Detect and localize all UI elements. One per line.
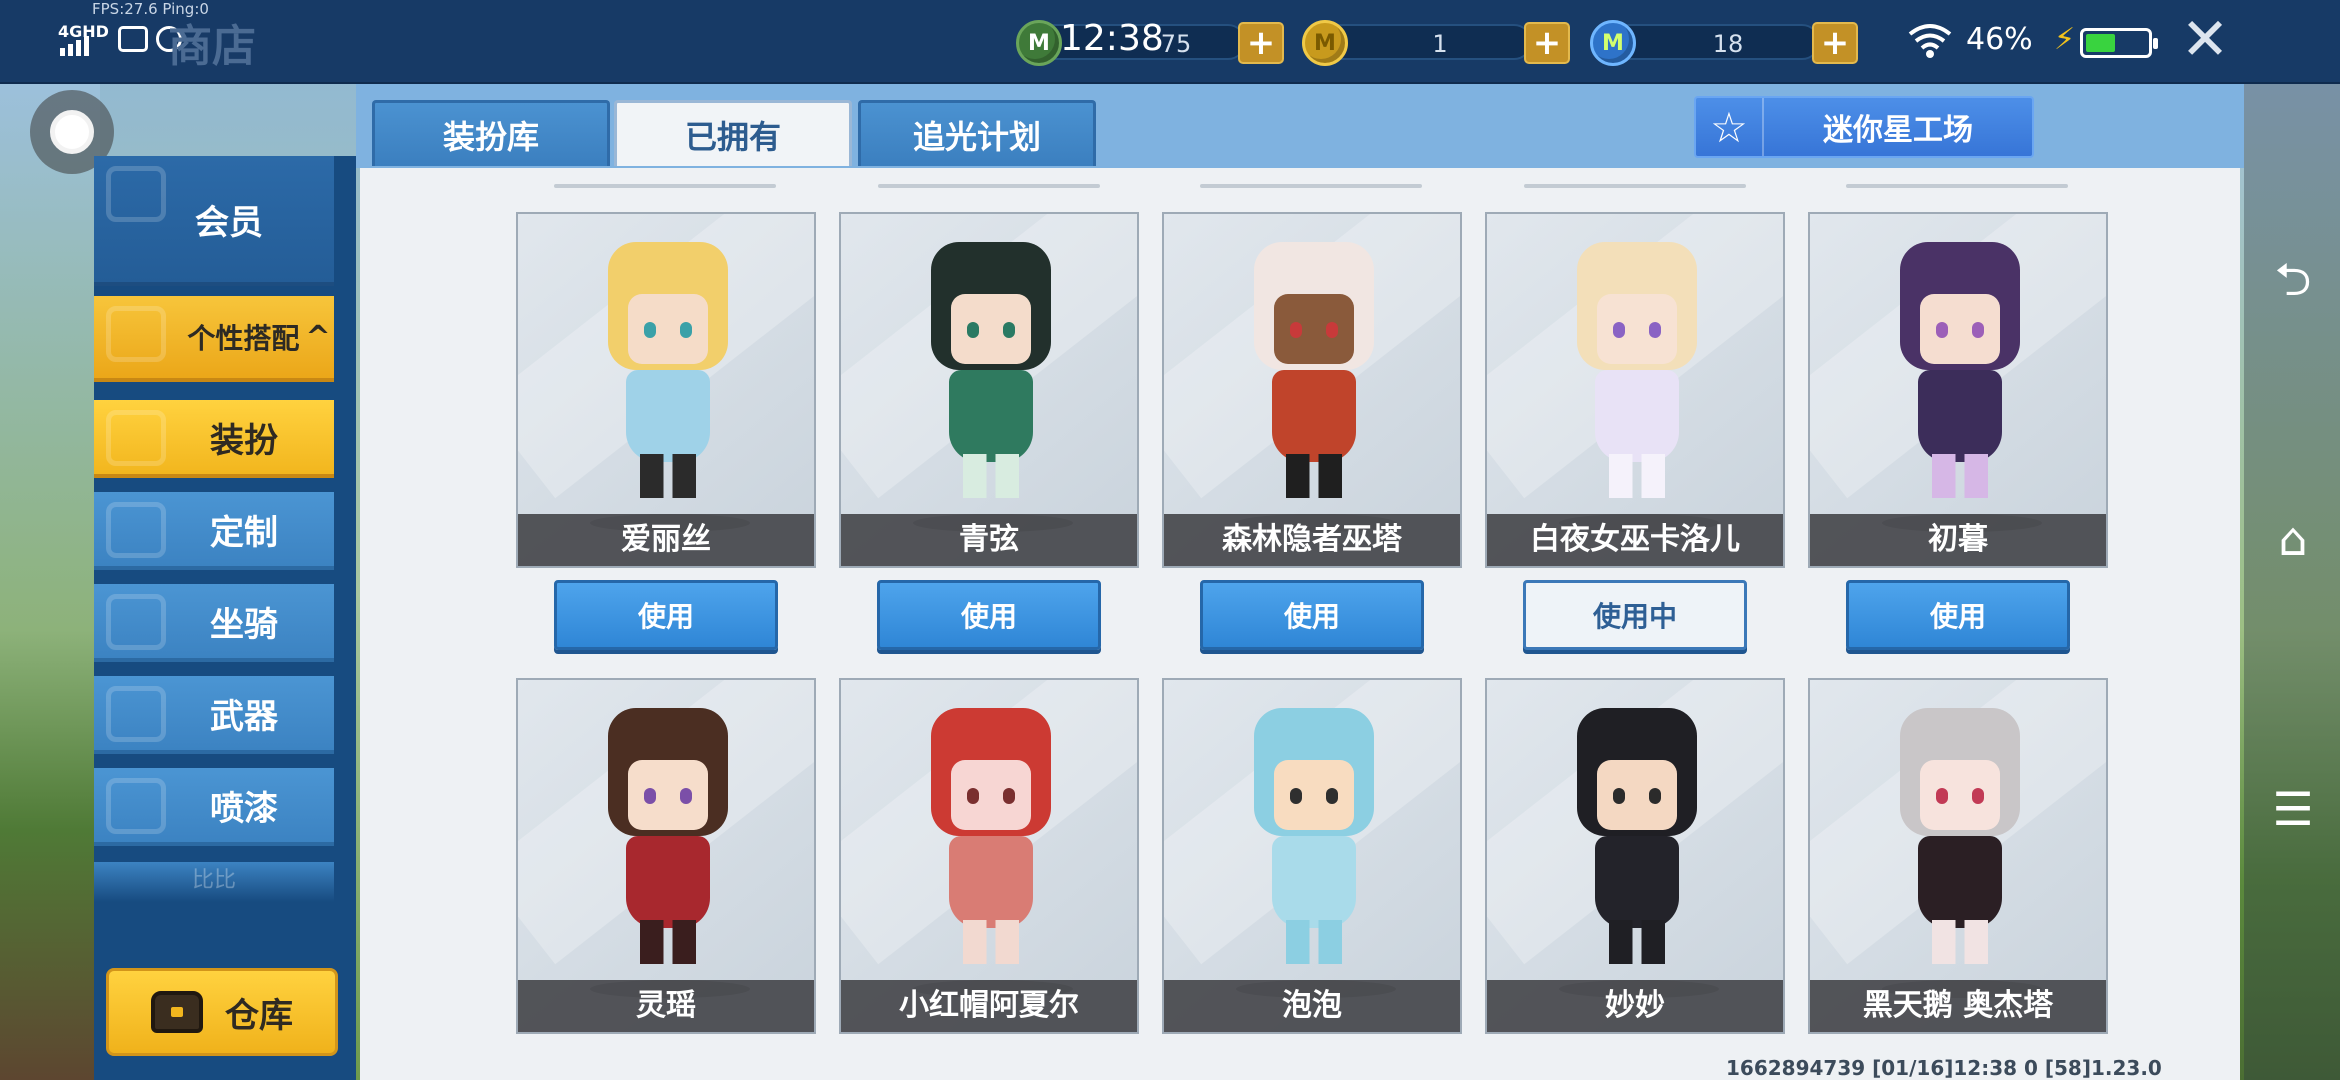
skin-name: 青弦 (841, 514, 1137, 566)
skin-figure (1888, 708, 2032, 968)
skin-figure (1888, 242, 2032, 502)
scroll-edge-line (554, 184, 776, 188)
sidebar-item-custom[interactable]: 定制 (94, 492, 334, 570)
workshop-label: 迷你星工场 (1823, 113, 1973, 148)
skin-figure (1565, 242, 1709, 502)
skin-card[interactable]: 白夜女巫卡洛儿 (1485, 212, 1785, 568)
wifi-icon (1908, 24, 1952, 58)
skin-figure (919, 242, 1063, 502)
scroll-edge-line (1524, 184, 1746, 188)
use-button[interactable]: 使用 (554, 580, 778, 650)
skin-name: 灵瑶 (518, 980, 814, 1032)
skin-figure (1565, 708, 1709, 968)
battery-icon (2080, 28, 2158, 58)
in-use-button[interactable]: 使用中 (1523, 580, 1747, 650)
star-icon: ☆ (1696, 98, 1764, 156)
sidebar-group-label: 个性搭配 (187, 322, 300, 355)
tab-owned[interactable]: 已拥有 (614, 100, 852, 166)
warehouse-button[interactable]: 仓库 (106, 968, 338, 1056)
scroll-edge-line (878, 184, 1100, 188)
shop-title: 商店 (168, 21, 256, 72)
warehouse-label: 仓库 (225, 995, 293, 1036)
skin-figure (596, 242, 740, 502)
sidebar-item-spray[interactable]: 喷漆 (94, 768, 334, 846)
skin-name: 黑天鹅 奥杰塔 (1810, 980, 2106, 1032)
skin-figure (1242, 708, 1386, 968)
battery-fill (2086, 34, 2115, 52)
mini-point-value: 18 (1712, 30, 1744, 58)
use-button[interactable]: 使用 (1200, 580, 1424, 650)
scroll-edge-line (1200, 184, 1422, 188)
tab-outfit-library[interactable]: 装扮库 (372, 100, 610, 166)
top-status-bar: FPS:27.6 Ping:0 4GHD 商店 M 75 + 12:38 M 1… (0, 0, 2340, 84)
sidebar-item-label: 定制 (210, 512, 278, 553)
tab-header: 装扮库 已拥有 追光计划 ☆ 迷你星工场 (356, 84, 2244, 168)
skin-figure (596, 708, 740, 968)
skin-name: 小红帽阿夏尔 (841, 980, 1137, 1032)
tab-chasing-light-plan[interactable]: 追光计划 (858, 100, 1096, 166)
skin-name: 初暮 (1810, 514, 2106, 566)
skin-name: 爱丽丝 (518, 514, 814, 566)
chest-icon (151, 991, 203, 1033)
video-icon (118, 26, 148, 52)
skin-card[interactable]: 青弦 (839, 212, 1139, 568)
sidebar-group-style[interactable]: 个性搭配 ^ (94, 296, 334, 382)
chevron-up-icon: ^ (305, 319, 331, 355)
skin-figure (1242, 242, 1386, 502)
use-button[interactable]: 使用 (1846, 580, 2070, 650)
skin-name: 妙妙 (1487, 980, 1783, 1032)
mini-star-workshop-button[interactable]: ☆ 迷你星工场 (1694, 96, 2034, 158)
mini-point-icon: M (1590, 20, 1636, 66)
skin-card[interactable]: 泡泡 (1162, 678, 1462, 1034)
sidebar-item-label: 装扮 (210, 420, 278, 461)
skin-card[interactable]: 灵瑶 (516, 678, 816, 1034)
sidebar-item-member[interactable]: 会员 (94, 156, 334, 286)
android-nav-bar: ⮌ ⌂ ☰ (2244, 84, 2340, 1080)
add-mini-point-button[interactable]: + (1812, 22, 1858, 64)
scroll-edge-line (1846, 184, 2068, 188)
use-button[interactable]: 使用 (877, 580, 1101, 650)
sidebar-item-outfit[interactable]: 装扮 (94, 400, 334, 478)
skin-name: 森林隐者巫塔 (1164, 514, 1460, 566)
close-button[interactable]: ✕ (2176, 10, 2234, 68)
category-sidebar: 会员 个性搭配 ^ 装扮 定制 坐骑 武器 喷漆 比比 仓库 (94, 156, 356, 1080)
background-scenery-left (0, 80, 100, 1080)
skin-card[interactable]: 小红帽阿夏尔 (839, 678, 1139, 1034)
signal-icon (60, 36, 89, 56)
back-icon[interactable]: ⮌ (2268, 254, 2318, 304)
home-icon[interactable]: ⌂ (2268, 514, 2318, 564)
skin-card[interactable]: 妙妙 (1485, 678, 1785, 1034)
clock-time: 12:38 (1060, 18, 1164, 59)
currency-mini-coin: M 1 + (1302, 20, 1572, 66)
skin-card[interactable]: 森林隐者巫塔 (1162, 212, 1462, 568)
add-mini-bean-button[interactable]: + (1238, 22, 1284, 64)
sidebar-item-weapon[interactable]: 武器 (94, 676, 334, 754)
member-icon (106, 166, 166, 222)
currency-mini-point: M 18 + (1590, 20, 1860, 66)
sidebar-item-label: 喷漆 (210, 788, 278, 829)
sidebar-item-label: 坐骑 (210, 604, 278, 645)
mini-coin-value: 1 (1432, 30, 1448, 58)
skin-name: 白夜女巫卡洛儿 (1487, 514, 1783, 566)
skin-card[interactable]: 初暮 (1808, 212, 2108, 568)
mini-bean-icon: M (1016, 20, 1062, 66)
add-mini-coin-button[interactable]: + (1524, 22, 1570, 64)
mini-coin-icon: M (1302, 20, 1348, 66)
sidebar-item-label: 武器 (210, 696, 278, 737)
battery-percent: 46% (1966, 22, 2033, 57)
build-info-text: 1662894739 [01/16]12:38 0 [58]1.23.0 (1726, 1056, 2162, 1080)
skin-name: 泡泡 (1164, 980, 1460, 1032)
sidebar-item-partial[interactable]: 比比 (94, 862, 334, 902)
sidebar-item-label: 会员 (195, 202, 263, 243)
menu-icon[interactable]: ☰ (2268, 784, 2318, 834)
skin-figure (919, 708, 1063, 968)
sidebar-item-mount[interactable]: 坐骑 (94, 584, 334, 662)
charging-bolt-icon: ⚡ (2054, 22, 2076, 57)
skin-card[interactable]: 爱丽丝 (516, 212, 816, 568)
skin-card[interactable]: 黑天鹅 奥杰塔 (1808, 678, 2108, 1034)
